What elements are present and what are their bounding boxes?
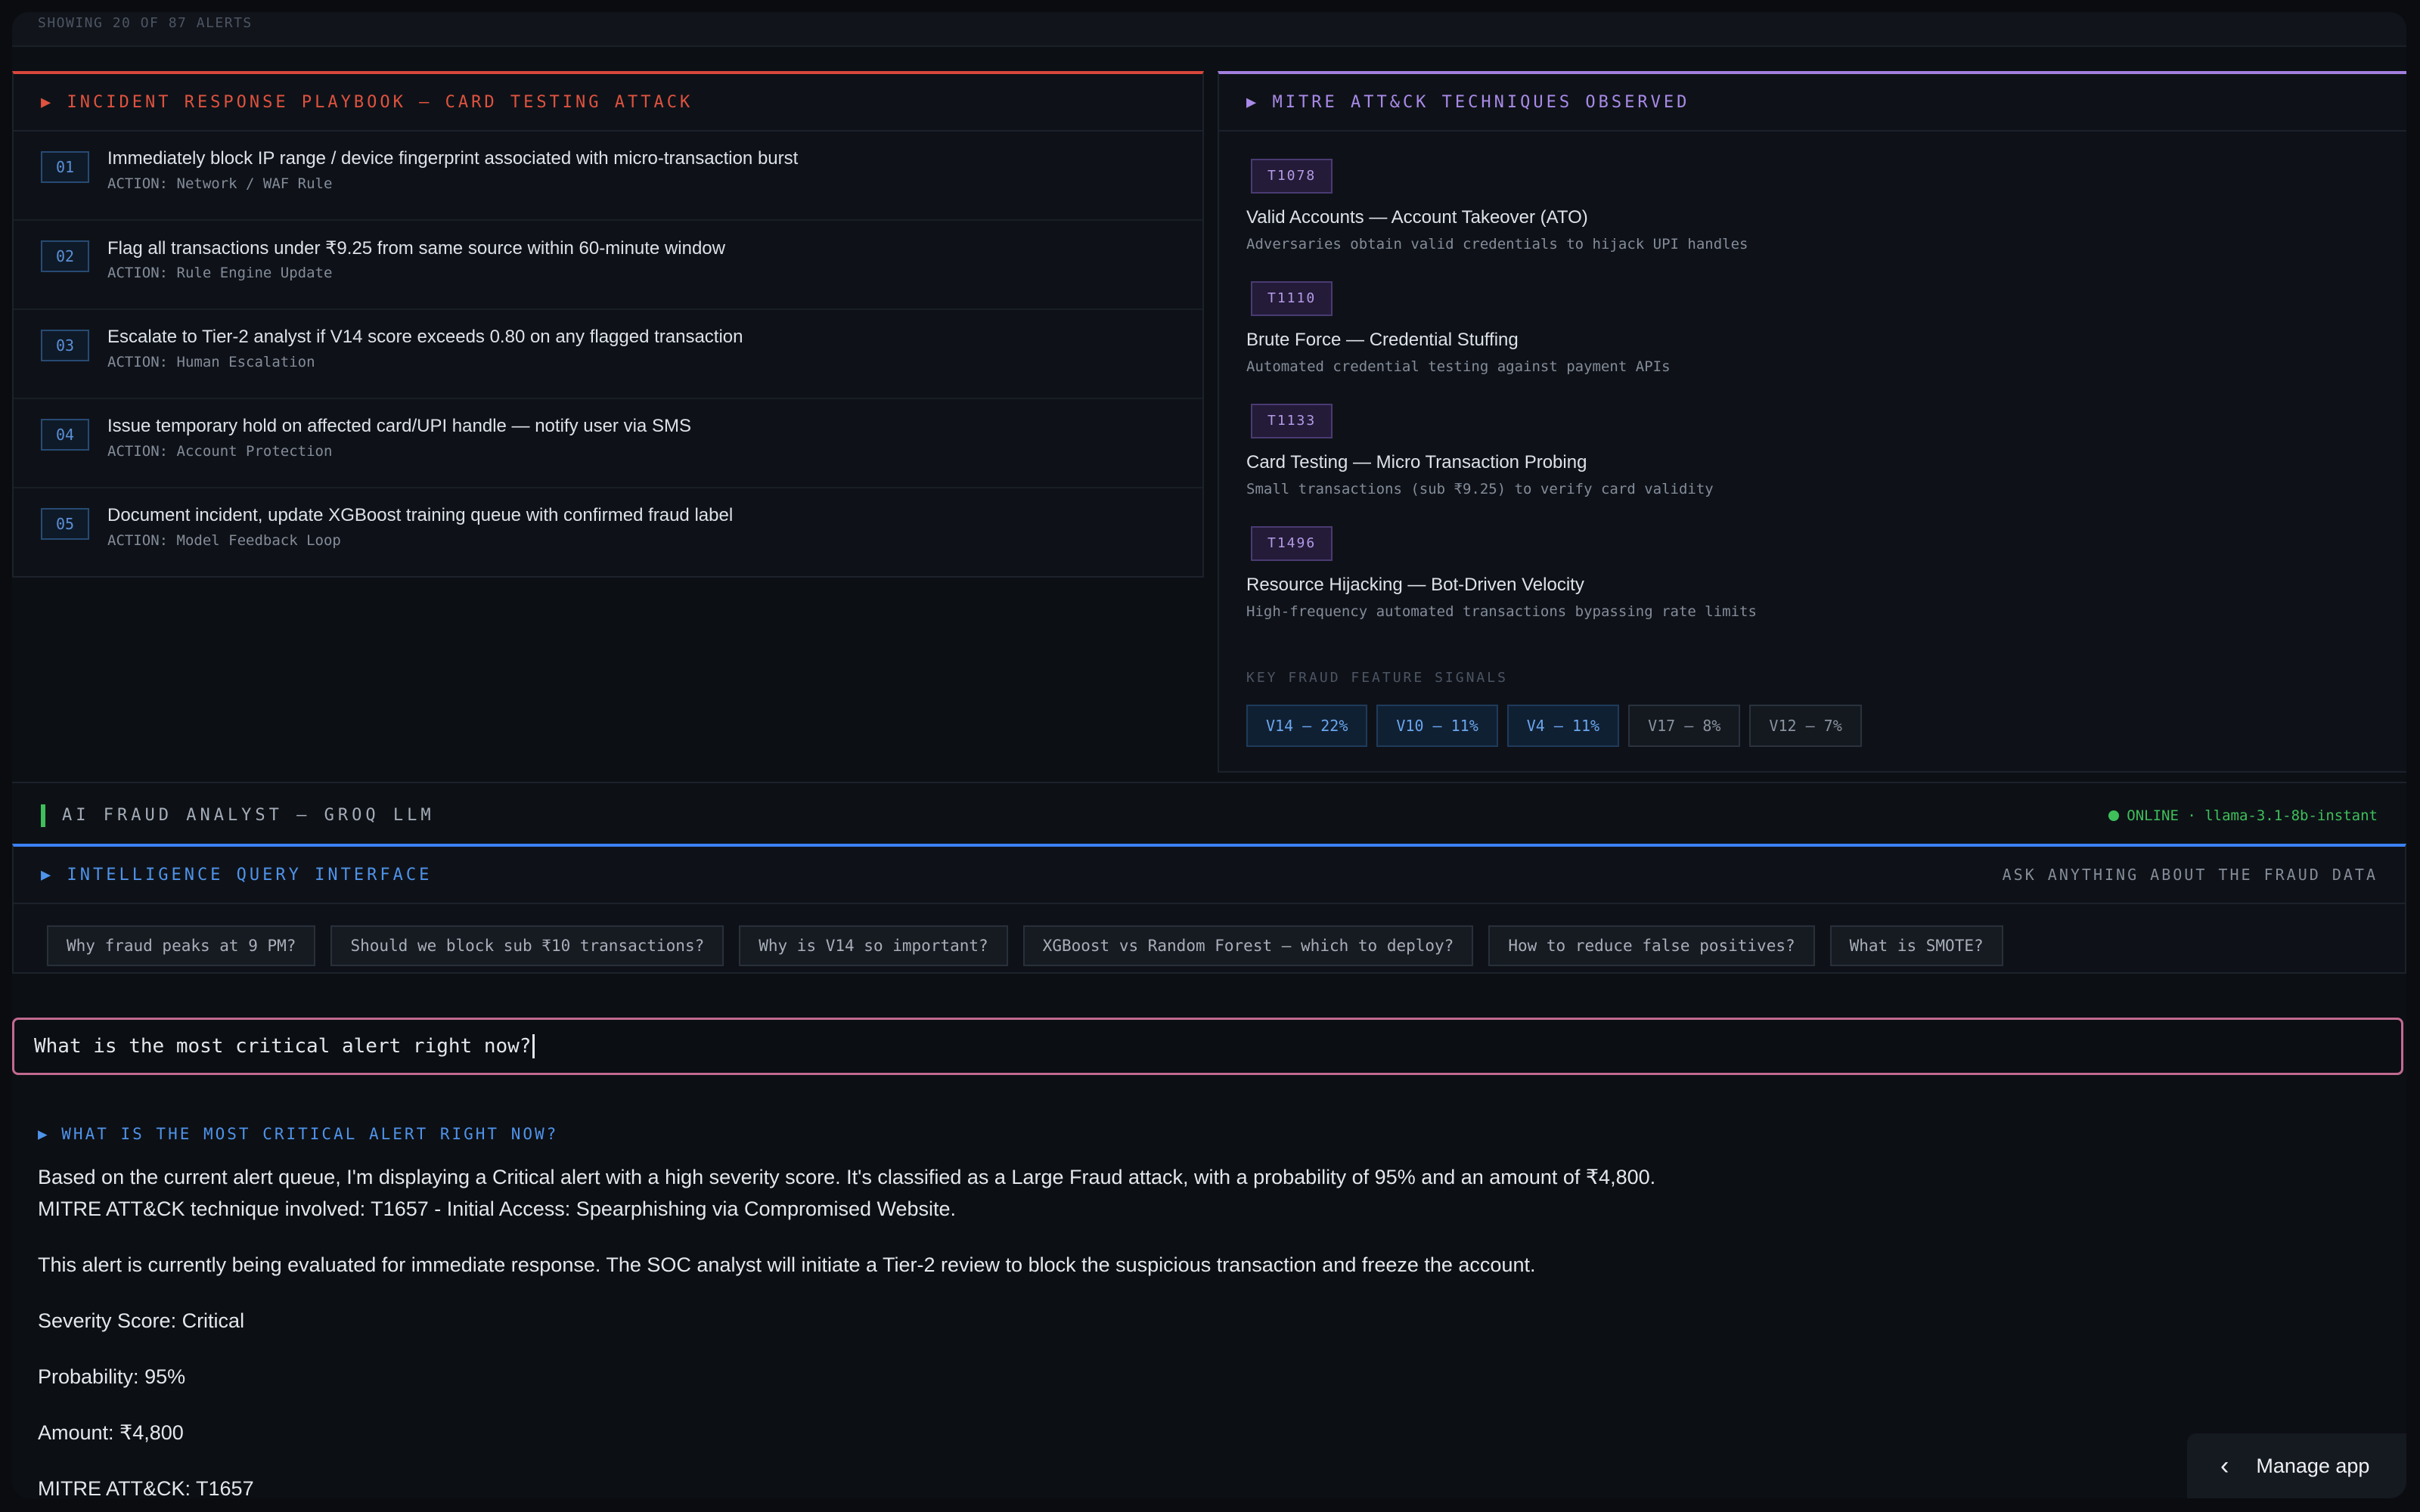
suggestion-chip[interactable]: XGBoost vs Random Forest — which to depl… — [1022, 925, 1474, 966]
signals-label: KEY FRAUD FEATURE SIGNALS — [1246, 670, 1508, 686]
step-number: 04 — [41, 419, 89, 451]
step-action: ACTION: Human Escalation — [107, 354, 315, 370]
playbook-step: 04 Issue temporary hold on affected card… — [14, 399, 1202, 488]
playbook-step: 05 Document incident, update XGBoost tra… — [14, 488, 1202, 576]
technique-id-badge: T1110 — [1251, 281, 1333, 316]
query-title: ▶ INTELLIGENCE QUERY INTERFACE — [41, 865, 433, 885]
signal-chip: V17 — 8% — [1628, 705, 1741, 747]
step-title: Flag all transactions under ₹9.25 from s… — [107, 238, 725, 259]
playbook-title: ▶ INCIDENT RESPONSE PLAYBOOK — CARD TEST… — [14, 74, 1202, 132]
query-interface-panel: ▶ INTELLIGENCE QUERY INTERFACE ASK ANYTH… — [12, 844, 2406, 974]
signal-chip: V12 — 7% — [1749, 705, 1862, 747]
step-title: Issue temporary hold on affected card/UP… — [107, 416, 691, 436]
mitre-technique: T1078 Valid Accounts — Account Takeover … — [1246, 159, 1748, 253]
response-line: Amount: ₹4,800 — [38, 1421, 184, 1444]
playbook-steps: 01 Immediately block IP range / device f… — [14, 132, 1202, 576]
technique-name: Valid Accounts — Account Takeover (ATO) — [1246, 207, 1588, 228]
suggestion-chip[interactable]: How to reduce false positives? — [1488, 925, 1815, 966]
technique-description: High-frequency automated transactions by… — [1246, 603, 1757, 620]
response-line: Severity Score: Critical — [38, 1309, 245, 1332]
ai-analyst-title: AI FRAUD ANALYST — GROQ LLM — [62, 806, 435, 825]
step-action: ACTION: Network / WAF Rule — [107, 175, 333, 192]
response-line: This alert is currently being evaluated … — [38, 1253, 1536, 1276]
question-input-value: What is the most critical alert right no… — [34, 1035, 532, 1058]
step-action: ACTION: Model Feedback Loop — [107, 532, 341, 549]
model-status: ONLINE · llama-3.1-8b-instant — [2108, 807, 2378, 824]
suggested-questions: Why fraud peaks at 9 PM? Should we block… — [47, 925, 2003, 966]
technique-id-badge: T1078 — [1251, 159, 1333, 194]
technique-name: Brute Force — Credential Stuffing — [1246, 330, 1519, 350]
query-subtitle: ASK ANYTHING ABOUT THE FRAUD DATA — [2002, 866, 2378, 884]
analyst-response: Based on the current alert queue, I'm di… — [38, 1161, 2307, 1498]
suggestion-chip[interactable]: Why is V14 so important? — [739, 925, 1008, 966]
signal-chip: V14 — 22% — [1246, 705, 1368, 747]
step-action: ACTION: Rule Engine Update — [107, 265, 333, 281]
app-frame: SHOWING 20 OF 87 ALERTS ▶ INCIDENT RESPO… — [12, 12, 2406, 1498]
suggestion-chip[interactable]: What is SMOTE? — [1829, 925, 2003, 966]
mitre-technique: T1496 Resource Hijacking — Bot-Driven Ve… — [1246, 526, 1757, 620]
incident-playbook-panel: ▶ INCIDENT RESPONSE PLAYBOOK — CARD TEST… — [12, 71, 1204, 578]
model-status-text: ONLINE · llama-3.1-8b-instant — [2127, 807, 2378, 824]
response-heading: ▶ WHAT IS THE MOST CRITICAL ALERT RIGHT … — [38, 1125, 559, 1143]
signal-chip: V4 — 11% — [1506, 705, 1620, 747]
technique-name: Resource Hijacking — Bot-Driven Velocity — [1246, 575, 1584, 595]
step-number: 02 — [41, 240, 89, 272]
alerts-count-strip: SHOWING 20 OF 87 ALERTS — [12, 12, 2406, 47]
technique-id-badge: T1496 — [1251, 526, 1333, 561]
ai-accent-bar — [41, 804, 45, 827]
technique-description: Automated credential testing against pay… — [1246, 358, 1671, 375]
response-line: Probability: 95% — [38, 1365, 186, 1388]
manage-app-label: Manage app — [2256, 1454, 2370, 1477]
signal-chip: V10 — 11% — [1376, 705, 1498, 747]
step-number: 01 — [41, 151, 89, 183]
chevron-left-icon: ‹ — [2220, 1451, 2229, 1480]
technique-description: Adversaries obtain valid credentials to … — [1246, 236, 1748, 253]
mitre-technique: T1110 Brute Force — Credential Stuffing … — [1246, 281, 1671, 375]
alerts-count-text: SHOWING 20 OF 87 ALERTS — [38, 15, 253, 31]
response-line: Based on the current alert queue, I'm di… — [38, 1166, 1656, 1188]
response-line: MITRE ATT&CK: T1657 — [38, 1477, 254, 1498]
suggestion-chip[interactable]: Why fraud peaks at 9 PM? — [47, 925, 316, 966]
online-status-icon — [2108, 810, 2120, 821]
technique-description: Small transactions (sub ₹9.25) to verify… — [1246, 481, 1714, 497]
step-title: Document incident, update XGBoost traini… — [107, 505, 734, 525]
fraud-signals: V14 — 22% V10 — 11% V4 — 11% V17 — 8% V1… — [1246, 705, 1862, 747]
playbook-step: 03 Escalate to Tier-2 analyst if V14 sco… — [14, 310, 1202, 399]
playbook-step: 01 Immediately block IP range / device f… — [14, 132, 1202, 221]
response-line: MITRE ATT&CK technique involved: T1657 -… — [38, 1198, 957, 1220]
step-number: 03 — [41, 330, 89, 361]
mitre-title: ▶ MITRE ATT&CK TECHNIQUES OBSERVED — [1219, 74, 2406, 132]
step-title: Immediately block IP range / device fing… — [107, 148, 799, 169]
mitre-technique: T1133 Card Testing — Micro Transaction P… — [1246, 404, 1714, 497]
technique-name: Card Testing — Micro Transaction Probing — [1246, 452, 1587, 472]
ai-analyst-header: AI FRAUD ANALYST — GROQ LLM ONLINE · lla… — [12, 782, 2406, 847]
step-number: 05 — [41, 508, 89, 540]
step-title: Escalate to Tier-2 analyst if V14 score … — [107, 327, 743, 347]
technique-id-badge: T1133 — [1251, 404, 1333, 438]
mitre-techniques-panel: ▶ MITRE ATT&CK TECHNIQUES OBSERVED T1078… — [1218, 71, 2406, 773]
text-cursor — [532, 1034, 535, 1058]
question-input[interactable]: What is the most critical alert right no… — [12, 1018, 2403, 1075]
playbook-step: 02 Flag all transactions under ₹9.25 fro… — [14, 221, 1202, 310]
step-action: ACTION: Account Protection — [107, 443, 333, 460]
query-header: ▶ INTELLIGENCE QUERY INTERFACE ASK ANYTH… — [14, 847, 2405, 904]
manage-app-button[interactable]: ‹ Manage app — [2187, 1433, 2406, 1498]
suggestion-chip[interactable]: Should we block sub ₹10 transactions? — [330, 925, 724, 966]
